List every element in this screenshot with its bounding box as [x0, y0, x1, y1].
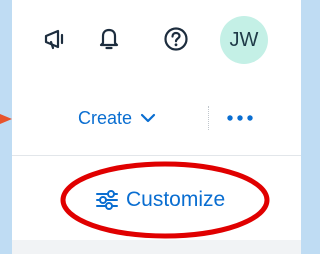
- more-icon: [227, 115, 253, 121]
- create-button[interactable]: Create: [78, 104, 156, 132]
- toolbar-separator: [208, 106, 209, 130]
- notifications-button[interactable]: [93, 23, 125, 55]
- shell-header-actions: JW: [12, 0, 301, 78]
- avatar-initials: JW: [229, 28, 259, 51]
- customize-label: Customize: [126, 188, 226, 211]
- section-divider: [12, 155, 301, 156]
- customize-button[interactable]: Customize: [96, 183, 225, 217]
- help-icon: [164, 27, 188, 51]
- chevron-down-icon: [140, 113, 156, 123]
- announcement-icon: [44, 29, 64, 50]
- annotation-arrow: [0, 114, 12, 124]
- bell-icon: [99, 28, 119, 50]
- sliders-icon: [96, 190, 118, 210]
- more-button[interactable]: [224, 104, 256, 132]
- help-button[interactable]: [160, 23, 192, 55]
- content-area-strip: [12, 240, 301, 254]
- announcement-button[interactable]: [40, 23, 72, 55]
- user-avatar[interactable]: JW: [220, 16, 268, 64]
- create-label: Create: [78, 107, 133, 128]
